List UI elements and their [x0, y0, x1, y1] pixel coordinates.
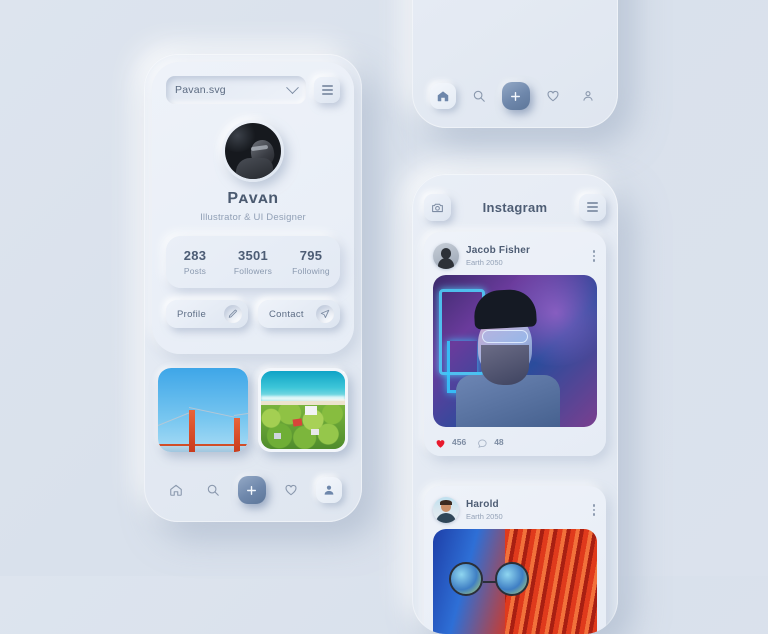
feed-header: Instagram [424, 192, 606, 222]
comment-count: 48 [494, 436, 504, 447]
avatar-photo [225, 123, 281, 179]
nav-add-icon[interactable] [501, 82, 530, 110]
stat-posts-value: 283 [183, 248, 207, 263]
post-engagement-row: 456 48 [433, 436, 597, 448]
stat-followers[interactable]: 3501 Followers [224, 248, 282, 276]
photo-thumbnail-row [158, 368, 348, 452]
nav-search-icon[interactable] [201, 478, 225, 502]
colorful-sunglasses-portrait [433, 529, 597, 634]
nav-add-icon[interactable] [237, 476, 266, 504]
chevron-down-icon [286, 80, 299, 94]
nav-search-icon[interactable] [467, 84, 491, 108]
post-location: Earth 2050 [466, 512, 503, 521]
post-image[interactable] [433, 275, 597, 427]
profile-phone-screen: Pavan.svg Pᴀvᴀn Illustrator & UI Designe… [144, 54, 362, 522]
profile-action-row: Profile Contact [166, 300, 340, 328]
drag-resize-handle-icon[interactable] [339, 368, 348, 377]
like-count: 456 [452, 436, 467, 447]
profile-tagline: Illustrator & UI Designer [200, 212, 306, 223]
post-header: Jacob Fisher Earth 2050 [433, 241, 597, 271]
send-paper-plane-icon [316, 305, 334, 323]
camera-icon[interactable] [424, 193, 451, 221]
post-location: Earth 2050 [466, 258, 503, 267]
stat-posts-label: Posts [183, 266, 207, 276]
avatar[interactable] [433, 497, 459, 523]
man-beanie-glasses-neon-portrait [433, 275, 597, 427]
avatar[interactable] [222, 120, 284, 182]
page-title: Pᴀvᴀn [227, 190, 279, 207]
stat-followers-value: 3501 [237, 248, 269, 263]
stat-followers-label: Followers [233, 266, 273, 276]
stat-posts[interactable]: 283 Posts [166, 248, 224, 276]
thumbnail-golden-gate[interactable] [158, 368, 248, 452]
post-image[interactable] [433, 529, 597, 634]
stat-following[interactable]: 795 Following [282, 248, 340, 276]
feed-phone-screen: Instagram Jacob Fisher Earth 2050 456 48… [412, 174, 618, 634]
stat-following-value: 795 [299, 248, 323, 263]
nav-heart-icon[interactable] [279, 478, 303, 502]
aerial-coastal-town-photo [261, 371, 345, 449]
hamburger-menu-icon[interactable] [314, 77, 340, 103]
post-header: Harold Earth 2050 [433, 495, 597, 525]
hamburger-menu-icon[interactable] [579, 193, 606, 221]
comment-bubble-icon[interactable] [477, 436, 488, 448]
post-author-name: Jacob Fisher [466, 245, 531, 256]
profile-header-card: Pavan.svg Pᴀvᴀn Illustrator & UI Designe… [152, 62, 354, 354]
nav-home-icon[interactable] [164, 478, 188, 502]
bottom-navigation-bar [158, 472, 348, 508]
feed-phone-screen-top: 786 25 [412, 0, 618, 128]
nav-home-icon[interactable] [429, 83, 456, 109]
profile-topbar: Pavan.svg [166, 76, 340, 104]
feed-post-harold: Harold Earth 2050 [424, 486, 606, 634]
post-author-name: Harold [466, 499, 499, 510]
contact-button[interactable]: Contact [258, 300, 340, 328]
golden-gate-bridge-photo [158, 368, 248, 452]
nav-profile-icon[interactable] [576, 84, 600, 108]
file-select-value: Pavan.svg [175, 84, 226, 96]
contact-button-label: Contact [269, 308, 304, 320]
profile-button-label: Profile [177, 308, 207, 320]
pencil-edit-icon [224, 305, 242, 323]
app-title: Instagram [482, 199, 548, 215]
avatar[interactable] [433, 243, 459, 269]
stat-following-label: Following [292, 266, 330, 276]
stats-card: 283 Posts 3501 Followers 795 Following [166, 236, 340, 288]
like-heart-icon[interactable] [435, 436, 446, 448]
bottom-navigation-bar-top [424, 78, 606, 114]
file-select-dropdown[interactable]: Pavan.svg [166, 76, 306, 104]
more-vertical-icon[interactable] [592, 504, 597, 516]
more-vertical-icon[interactable] [592, 250, 597, 262]
feed-post-jacob-fisher: Jacob Fisher Earth 2050 456 48 [424, 232, 606, 456]
profile-button[interactable]: Profile [166, 300, 248, 328]
thumbnail-coastal-town[interactable] [258, 368, 348, 452]
nav-profile-icon[interactable] [315, 477, 342, 503]
nav-heart-icon[interactable] [541, 84, 565, 108]
